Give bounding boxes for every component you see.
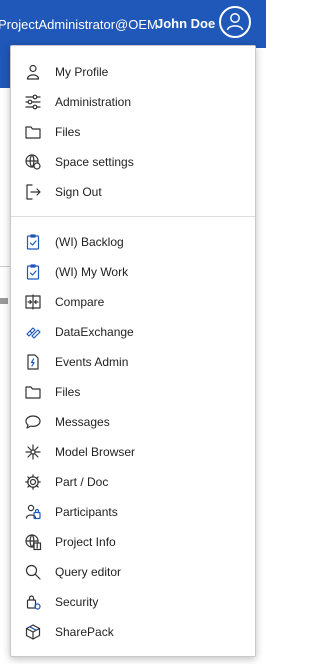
menu-item-label: Part / Doc xyxy=(55,475,109,489)
menu-item-label: SharePack xyxy=(55,625,114,639)
menu-item-label: DataExchange xyxy=(55,325,134,339)
search-icon xyxy=(24,563,42,581)
menu-item-label: Sign Out xyxy=(55,185,102,199)
page-background xyxy=(0,48,10,664)
account-label: ProjectAdministrator@OEM xyxy=(0,17,158,32)
menu-item-label: Administration xyxy=(55,95,132,109)
clipboard-check-icon xyxy=(24,263,42,281)
page-header-strip xyxy=(0,48,10,88)
menu-item-space-settings[interactable]: Space settings xyxy=(11,148,255,178)
menu-item-label: (WI) Backlog xyxy=(55,235,124,249)
folder-icon xyxy=(24,123,42,141)
menu-item-project-info[interactable]: Project Info xyxy=(11,528,255,558)
menu-item-label: Project Info xyxy=(55,535,116,549)
lock-icon xyxy=(24,593,42,611)
top-bar: ProjectAdministrator@OEM John Doe xyxy=(0,0,266,48)
participants-icon xyxy=(24,503,42,521)
menu-item-participants[interactable]: Participants xyxy=(11,498,255,528)
menu-item-label: Messages xyxy=(55,415,110,429)
menu-item-label: Query editor xyxy=(55,565,122,579)
folder-icon xyxy=(24,383,42,401)
data-exchange-icon xyxy=(24,323,42,341)
menu-item-wi-my-work[interactable]: (WI) My Work xyxy=(11,258,255,288)
menu-item-label: (WI) My Work xyxy=(55,265,129,279)
sign-out-icon xyxy=(24,183,42,201)
menu-item-files-app[interactable]: Files xyxy=(11,378,255,408)
compare-icon xyxy=(24,293,42,311)
menu-item-sign-out[interactable]: Sign Out xyxy=(11,178,255,208)
menu-item-label: Compare xyxy=(55,295,105,309)
menu-item-administration[interactable]: Administration xyxy=(11,88,255,118)
menu-item-label: Participants xyxy=(55,505,118,519)
menu-item-model-browser[interactable]: Model Browser xyxy=(11,438,255,468)
menu-item-label: Files xyxy=(55,125,81,139)
events-icon xyxy=(24,353,42,371)
user-dropdown-menu: My Profile Administration Files Space se… xyxy=(10,45,256,657)
menu-item-label: Space settings xyxy=(55,155,134,169)
menu-item-security[interactable]: Security xyxy=(11,588,255,618)
menu-item-wi-backlog[interactable]: (WI) Backlog xyxy=(11,228,255,258)
menu-item-label: My Profile xyxy=(55,65,109,79)
menu-item-label: Model Browser xyxy=(55,445,136,459)
page-scroll-marker xyxy=(0,298,8,304)
cube-icon xyxy=(24,623,42,641)
person-icon xyxy=(24,63,42,81)
user-avatar-button[interactable] xyxy=(219,6,251,38)
menu-item-events-admin[interactable]: Events Admin xyxy=(11,348,255,378)
clipboard-check-icon xyxy=(24,233,42,251)
menu-item-messages[interactable]: Messages xyxy=(11,408,255,438)
menu-divider xyxy=(11,216,255,217)
chat-bubble-icon xyxy=(24,413,42,431)
menu-item-my-profile[interactable]: My Profile xyxy=(11,58,255,88)
menu-item-compare[interactable]: Compare xyxy=(11,288,255,318)
page-divider xyxy=(0,266,10,267)
gear-icon xyxy=(24,473,42,491)
menu-item-part-doc[interactable]: Part / Doc xyxy=(11,468,255,498)
menu-item-sharepack[interactable]: SharePack xyxy=(11,618,255,648)
space-settings-icon xyxy=(24,153,42,171)
menu-item-label: Security xyxy=(55,595,99,609)
menu-item-dataexchange[interactable]: DataExchange xyxy=(11,318,255,348)
menu-item-files[interactable]: Files xyxy=(11,118,255,148)
user-name[interactable]: John Doe xyxy=(156,16,215,31)
user-icon xyxy=(226,13,244,31)
model-browser-icon xyxy=(24,443,42,461)
sliders-icon xyxy=(24,93,42,111)
menu-item-query-editor[interactable]: Query editor xyxy=(11,558,255,588)
project-info-icon xyxy=(24,533,42,551)
menu-item-label: Files xyxy=(55,385,81,399)
menu-item-label: Events Admin xyxy=(55,355,129,369)
